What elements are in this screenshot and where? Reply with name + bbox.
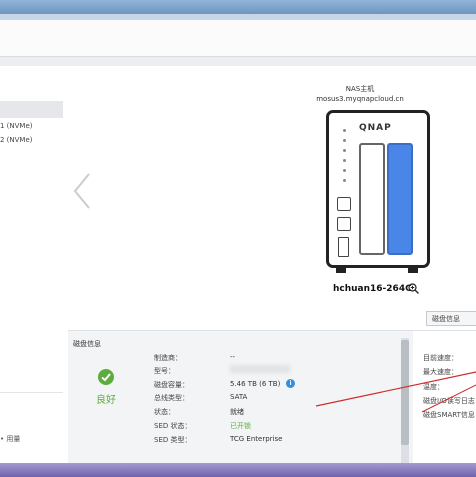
annotation-arrow [315,371,476,413]
taskbar [0,463,476,477]
